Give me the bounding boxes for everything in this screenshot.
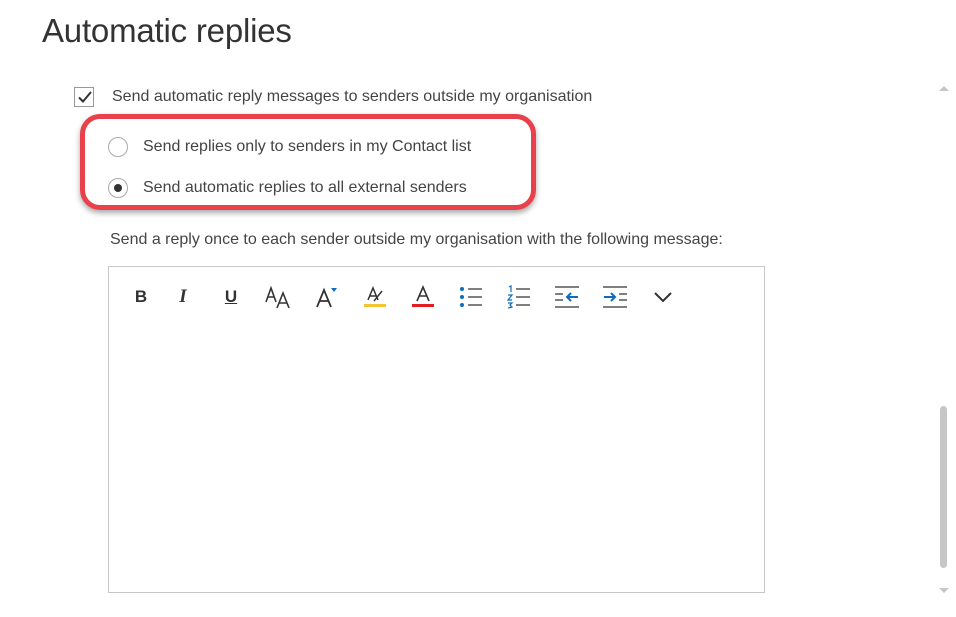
outside-org-checkbox[interactable]: [74, 87, 94, 107]
increase-indent-icon: [603, 286, 627, 308]
highlight-icon: [364, 286, 386, 307]
automatic-replies-page: Automatic replies Send automatic reply m…: [0, 0, 956, 617]
underline-button[interactable]: U: [207, 279, 255, 315]
grow-font-button[interactable]: [303, 279, 351, 315]
scroll-thumb[interactable]: [940, 406, 947, 568]
more-options-button[interactable]: [639, 279, 687, 315]
bold-icon: B: [134, 287, 148, 306]
italic-button[interactable]: I: [159, 279, 207, 315]
font-color-icon: [412, 284, 434, 307]
decrease-indent-button[interactable]: [543, 279, 591, 315]
checkmark-icon: [78, 91, 92, 103]
radio-all-external-label: Send automatic replies to all external s…: [143, 179, 467, 196]
increase-indent-button[interactable]: [591, 279, 639, 315]
italic-icon: I: [179, 286, 187, 307]
radio-contacts-only-row[interactable]: Send replies only to senders in my Conta…: [108, 136, 471, 158]
radio-all-external-row[interactable]: Send automatic replies to all external s…: [108, 177, 467, 199]
message-body[interactable]: [123, 327, 750, 578]
page-title: Automatic replies: [42, 12, 292, 49]
bold-button[interactable]: B: [123, 279, 159, 315]
decrease-indent-icon: [555, 286, 579, 308]
font-color-button[interactable]: [399, 279, 447, 315]
radio-contacts-only-label: Send replies only to senders in my Conta…: [143, 138, 472, 155]
bullets-button[interactable]: [447, 279, 495, 315]
formatting-toolbar: B I U: [123, 279, 687, 315]
numbering-button[interactable]: [495, 279, 543, 315]
numbering-icon: [506, 285, 530, 309]
message-editor[interactable]: B I U: [108, 266, 765, 593]
grow-font-icon: [316, 287, 337, 308]
scroll-down-arrow-icon[interactable]: [939, 588, 949, 593]
radio-contacts-only[interactable]: [108, 137, 128, 157]
scroll-up-arrow-icon[interactable]: [939, 86, 949, 91]
more-options-icon: [654, 292, 672, 303]
highlight-button[interactable]: [351, 279, 399, 315]
bullets-icon: [460, 287, 482, 307]
radio-all-external[interactable]: [108, 178, 128, 198]
underline-icon: U: [224, 287, 238, 306]
font-size-icon: [265, 285, 290, 309]
message-instruction: Send a reply once to each sender outside…: [110, 231, 723, 248]
page-scrollbar[interactable]: [936, 80, 950, 600]
outside-org-checkbox-row[interactable]: Send automatic reply messages to senders…: [74, 86, 592, 108]
outside-org-checkbox-label: Send automatic reply messages to senders…: [112, 88, 593, 105]
font-size-button[interactable]: [255, 279, 303, 315]
